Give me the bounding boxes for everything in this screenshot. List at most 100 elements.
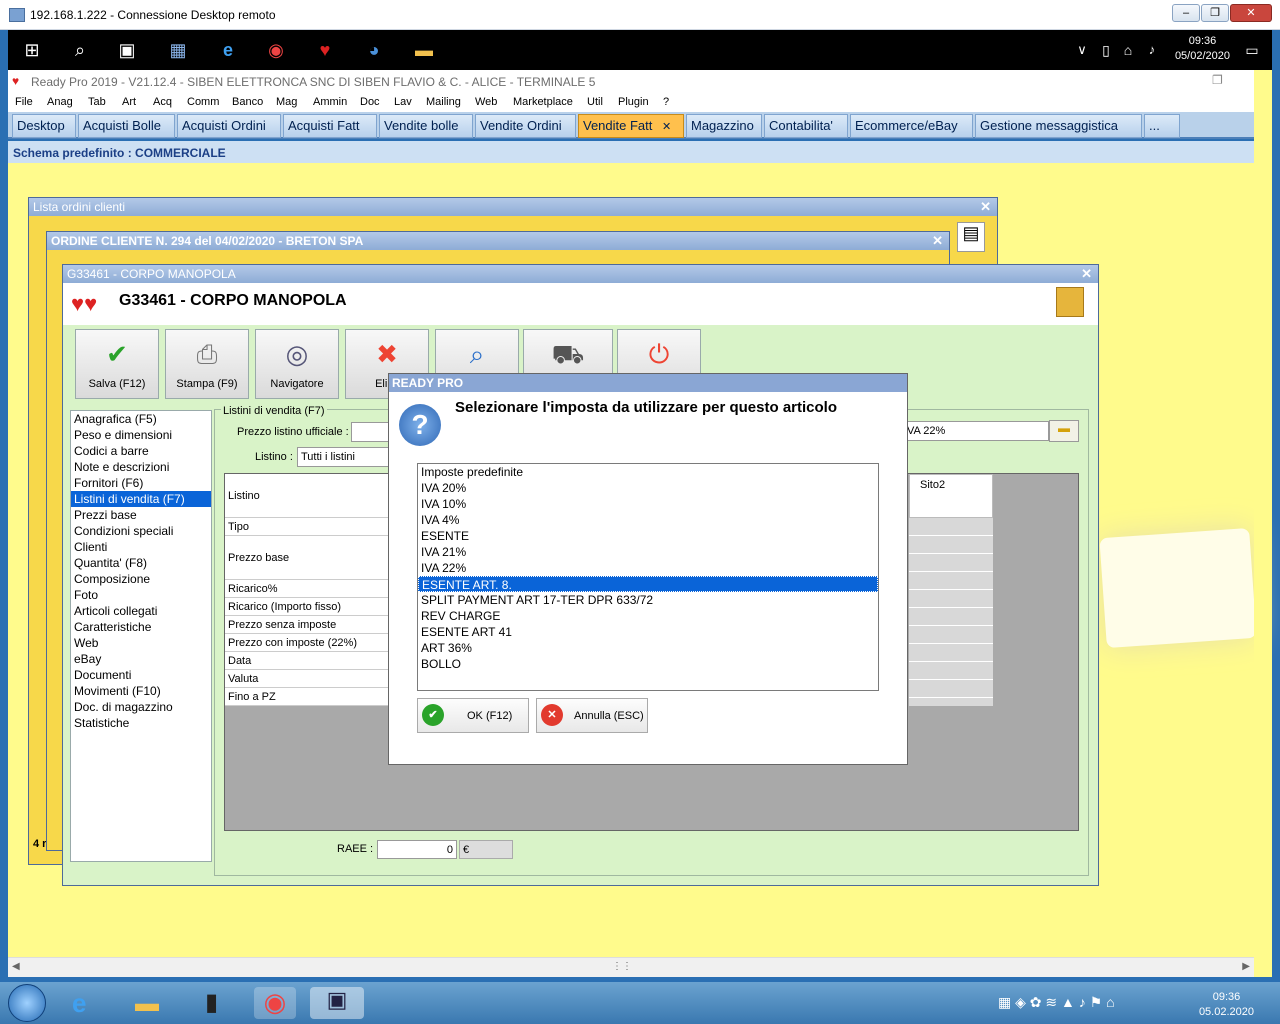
windows-orb-icon[interactable] <box>8 984 46 1022</box>
nav-item[interactable]: Web <box>71 635 211 651</box>
app-restore-icon[interactable]: ❐ <box>1212 73 1223 87</box>
imposta-listbox[interactable]: Imposte predefinite IVA 20% IVA 10% IVA … <box>417 463 879 691</box>
menu-help[interactable]: ? <box>663 96 669 108</box>
list-item[interactable]: ART 36% <box>418 640 878 656</box>
users-icon[interactable]: ▤ <box>957 222 985 252</box>
remote-desktop-taskbar-icon[interactable]: ▣ <box>310 987 364 1019</box>
nav-item[interactable]: Composizione <box>71 571 211 587</box>
tab-acquisti-fatt[interactable]: Acquisti Fatt <box>283 114 377 138</box>
close-icon[interactable]: ✕ <box>1081 266 1092 282</box>
column-sito2[interactable]: Sito2 <box>909 474 993 518</box>
cancel-button[interactable]: ✕ Annulla (ESC) <box>536 698 648 733</box>
iva-field[interactable]: VA 22% <box>903 421 1049 441</box>
internet-explorer-icon[interactable]: e <box>72 988 86 1019</box>
tab-desktop[interactable]: Desktop <box>12 114 76 138</box>
search-icon[interactable]: ⌕ <box>68 38 92 62</box>
save-button[interactable]: ✔ Salva (F12) <box>75 329 159 399</box>
nav-item[interactable]: Peso e dimensioni <box>71 427 211 443</box>
network-icon[interactable]: ⌂ <box>1116 38 1140 62</box>
tab-vendite-bolle[interactable]: Vendite bolle <box>379 114 473 138</box>
nav-item[interactable]: Doc. di magazzino <box>71 699 211 715</box>
nav-item[interactable]: Codici a barre <box>71 443 211 459</box>
remote-app-icon[interactable]: ◕ <box>362 38 386 62</box>
package-icon[interactable] <box>1056 287 1084 317</box>
print-button[interactable]: ⎙ Stampa (F9) <box>165 329 249 399</box>
close-button[interactable]: ✕ <box>1230 4 1272 22</box>
menu-acq[interactable]: Acq <box>153 96 172 108</box>
minimize-button[interactable]: – <box>1172 4 1200 22</box>
nav-item[interactable]: Foto <box>71 587 211 603</box>
windows-start-icon[interactable]: ⊞ <box>20 38 44 62</box>
nav-item[interactable]: Documenti <box>71 667 211 683</box>
menu-doc[interactable]: Doc <box>360 96 380 108</box>
menu-banco[interactable]: Banco <box>232 96 263 108</box>
nav-item[interactable]: Fornitori (F6) <box>71 475 211 491</box>
prezzo-listino-input[interactable] <box>351 422 391 442</box>
tab-more[interactable]: ... <box>1144 114 1180 138</box>
restore-button[interactable]: ❐ <box>1201 4 1229 22</box>
nav-item[interactable]: Condizioni speciali <box>71 523 211 539</box>
volume-icon[interactable]: ♪ <box>1140 38 1164 62</box>
list-item[interactable]: IVA 4% <box>418 512 878 528</box>
close-icon[interactable]: ✕ <box>932 233 943 249</box>
tab-magazzino[interactable]: Magazzino <box>686 114 762 138</box>
list-item-selected[interactable]: ESENTE ART. 8. <box>418 576 878 592</box>
scroll-left-icon[interactable]: ◀ <box>12 961 20 972</box>
menu-util[interactable]: Util <box>587 96 603 108</box>
menu-anag[interactable]: Anag <box>47 96 73 108</box>
folder-icon[interactable]: ▬ <box>1049 420 1079 442</box>
menu-tab[interactable]: Tab <box>88 96 106 108</box>
vertical-scrollbar[interactable] <box>1254 70 1272 977</box>
menu-plugin[interactable]: Plugin <box>618 96 649 108</box>
menu-file[interactable]: File <box>15 96 33 108</box>
nav-item[interactable]: Movimenti (F10) <box>71 683 211 699</box>
close-icon[interactable]: ✕ <box>980 199 991 215</box>
list-item[interactable]: BOLLO <box>418 656 878 672</box>
menu-comm[interactable]: Comm <box>187 96 219 108</box>
internet-explorer-icon[interactable]: e <box>216 38 240 62</box>
menu-mag[interactable]: Mag <box>276 96 297 108</box>
menu-lav[interactable]: Lav <box>394 96 412 108</box>
tab-vendite-fatt[interactable]: Vendite Fatt ✕ <box>578 114 684 138</box>
notifications-icon[interactable]: ▭ <box>1240 38 1264 62</box>
horizontal-scrollbar[interactable]: ◀ ⋮⋮ ▶ <box>8 957 1254 977</box>
navigator-button[interactable]: ◎ Navigatore <box>255 329 339 399</box>
tab-messaggistica[interactable]: Gestione messaggistica <box>975 114 1142 138</box>
menu-art[interactable]: Art <box>122 96 136 108</box>
list-item[interactable]: ESENTE <box>418 528 878 544</box>
scroll-grip-icon[interactable]: ⋮⋮ <box>612 961 632 972</box>
task-view-icon[interactable]: ▣ <box>115 38 139 62</box>
list-item[interactable]: IVA 21% <box>418 544 878 560</box>
remote-clock[interactable]: 09:36 05/02/2020 <box>1175 34 1230 64</box>
ok-button[interactable]: ✔ OK (F12) <box>417 698 529 733</box>
listino-select[interactable]: Tutti i listini <box>297 447 391 467</box>
list-item[interactable]: IVA 20% <box>418 480 878 496</box>
nav-item[interactable]: eBay <box>71 651 211 667</box>
list-item[interactable]: REV CHARGE <box>418 608 878 624</box>
tab-acquisti-ordini[interactable]: Acquisti Ordini <box>177 114 281 138</box>
nav-item[interactable]: Anagrafica (F5) <box>71 411 211 427</box>
calculator-icon[interactable]: ▦ <box>166 38 190 62</box>
list-item[interactable]: ESENTE ART 41 <box>418 624 878 640</box>
scroll-right-icon[interactable]: ▶ <box>1242 961 1250 972</box>
readypro-strawberry-icon[interactable]: ♥ <box>313 38 337 62</box>
menu-mailing[interactable]: Mailing <box>426 96 461 108</box>
nav-item[interactable]: Statistiche <box>71 715 211 731</box>
folder-icon[interactable]: ▬ <box>135 990 159 1018</box>
list-item[interactable]: IVA 22% <box>418 560 878 576</box>
list-item[interactable]: SPLIT PAYMENT ART 17-TER DPR 633/72 <box>418 592 878 608</box>
menu-marketplace[interactable]: Marketplace <box>513 96 573 108</box>
chrome-icon[interactable]: ◉ <box>254 987 296 1019</box>
tab-ecommerce[interactable]: Ecommerce/eBay <box>850 114 973 138</box>
nav-item[interactable]: Articoli collegati <box>71 603 211 619</box>
walkie-talkie-icon[interactable]: ▮ <box>205 988 218 1017</box>
sito2-cells[interactable] <box>909 518 993 706</box>
nav-item[interactable]: Caratteristiche <box>71 619 211 635</box>
raee-input[interactable]: 0 <box>377 840 457 859</box>
nav-item[interactable]: Clienti <box>71 539 211 555</box>
nav-item-selected[interactable]: Listini di vendita (F7) <box>71 491 211 507</box>
chrome-icon[interactable]: ◉ <box>264 38 288 62</box>
chevron-up-icon[interactable]: ∨ <box>1070 38 1094 62</box>
menu-web[interactable]: Web <box>475 96 497 108</box>
document-icon[interactable]: ▯ <box>1094 38 1118 62</box>
